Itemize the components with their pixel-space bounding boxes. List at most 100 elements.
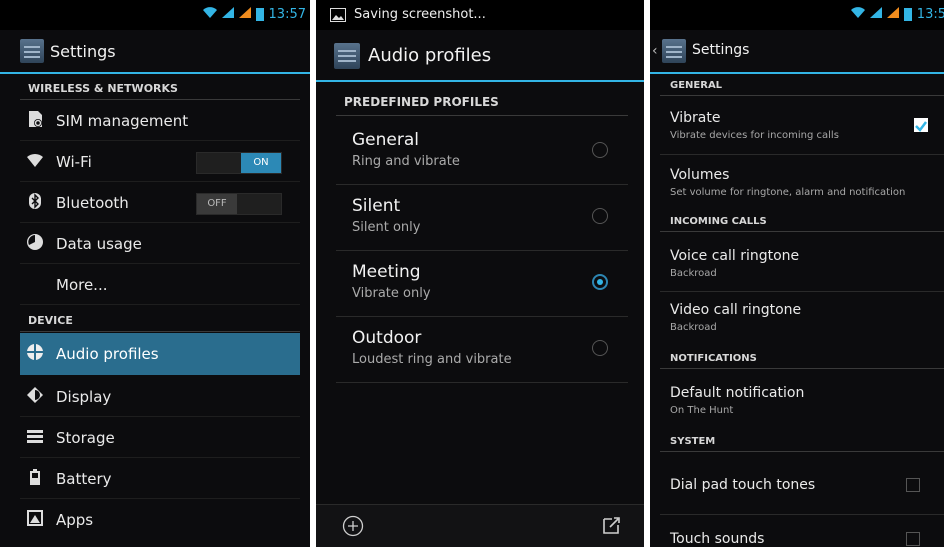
battery-status-icon (903, 8, 912, 21)
profile-name: Meeting (352, 262, 421, 282)
profile-name: General (352, 130, 419, 150)
profile-general[interactable]: General Ring and vibrate (336, 118, 628, 185)
default-notification-setting[interactable]: Default notification On The Hunt (660, 373, 944, 429)
clock: 13:5 (916, 7, 944, 22)
profile-outdoor[interactable]: Outdoor Loudest ring and vibrate (336, 316, 628, 383)
profile-name: Silent (352, 196, 401, 216)
video-call-ringtone-setting[interactable]: Video call ringtone Backroad (660, 292, 944, 346)
settings-app-icon[interactable] (334, 43, 360, 69)
dial-pad-checkbox[interactable] (906, 478, 920, 492)
wifi-status-icon (202, 7, 217, 22)
item-label: More... (56, 276, 108, 294)
edit-icon[interactable] (602, 515, 622, 535)
section-header: NOTIFICATIONS (660, 349, 944, 369)
profile-silent[interactable]: Silent Silent only (336, 184, 628, 251)
profile-radio[interactable] (592, 142, 608, 158)
storage-icon (27, 430, 43, 443)
display-item[interactable]: Display (20, 376, 300, 417)
profile-meeting[interactable]: Meeting Vibrate only (336, 250, 628, 317)
more-item[interactable]: More... (20, 264, 300, 305)
profile-desc: Vibrate only (352, 286, 431, 301)
touch-sounds-checkbox[interactable] (906, 532, 920, 546)
data-usage-item[interactable]: Data usage (20, 223, 300, 264)
checkmark-icon (915, 121, 927, 132)
profile-radio[interactable] (592, 208, 608, 224)
section-header: INCOMING CALLS (660, 212, 944, 232)
touch-sounds-setting[interactable]: Touch sounds (660, 515, 944, 547)
item-label: Storage (56, 429, 115, 447)
section-header: GENERAL (660, 76, 944, 96)
vibrate-checkbox[interactable] (914, 118, 928, 132)
item-label: Apps (56, 511, 94, 529)
action-bar: Audio profiles (316, 30, 644, 82)
battery-status-icon (255, 8, 264, 21)
data-usage-icon (27, 234, 43, 250)
item-label: Battery (56, 470, 112, 488)
profile-radio-selected[interactable] (592, 274, 608, 290)
volumes-setting[interactable]: Volumes Set volume for ringtone, alarm a… (660, 155, 944, 212)
item-label: Audio profiles (56, 345, 159, 363)
bluetooth-item[interactable]: Bluetooth OFF (20, 182, 300, 223)
page-title: Settings (692, 42, 750, 58)
storage-item[interactable]: Storage (20, 417, 300, 458)
signal-icon-2 (886, 7, 899, 22)
battery-item[interactable]: Battery (20, 458, 300, 499)
section-header: SYSTEM (660, 432, 944, 452)
wifi-toggle[interactable]: ON (196, 152, 282, 174)
clock: 13:57 (268, 7, 306, 22)
wifi-status-icon (850, 7, 865, 22)
audio-profiles-item[interactable]: Audio profiles (20, 333, 300, 375)
setting-subtitle: Backroad (670, 268, 717, 279)
setting-title: Touch sounds (670, 531, 765, 547)
setting-subtitle: Backroad (670, 322, 717, 333)
setting-subtitle: Vibrate devices for incoming calls (670, 130, 839, 141)
setting-title: Volumes (670, 167, 730, 183)
wifi-icon (27, 153, 43, 167)
back-chevron-icon[interactable]: ‹ (652, 43, 658, 59)
signal-icon (869, 7, 882, 22)
profile-desc: Silent only (352, 220, 421, 235)
action-bar: ‹ Settings (650, 30, 944, 74)
status-bar: 13:5 (650, 0, 944, 30)
apps-icon (27, 510, 43, 526)
item-label: Data usage (56, 235, 142, 253)
apps-item[interactable]: Apps (20, 499, 300, 543)
status-bar: Saving screenshot... (316, 0, 644, 30)
bluetooth-toggle[interactable]: OFF (196, 193, 282, 215)
setting-subtitle: On The Hunt (670, 405, 734, 416)
audio-profiles-icon (27, 344, 43, 360)
item-label: Wi-Fi (56, 153, 92, 171)
sound-settings-screen: 13:5 ‹ Settings GENERAL Vibrate Vibrate … (650, 0, 944, 547)
display-icon (27, 387, 43, 403)
profile-desc: Ring and vibrate (352, 154, 460, 169)
vibrate-setting[interactable]: Vibrate Vibrate devices for incoming cal… (660, 98, 944, 155)
sim-management-item[interactable]: SIM management (20, 100, 300, 141)
page-title: Audio profiles (368, 45, 492, 66)
item-label: SIM management (56, 112, 189, 130)
wifi-item[interactable]: Wi-Fi ON (20, 141, 300, 182)
settings-screen: 13:57 Settings WIRELESS & NETWORKS SIM m… (0, 0, 310, 547)
battery-icon (30, 469, 40, 485)
status-bar: 13:57 (0, 0, 310, 30)
setting-title: Video call ringtone (670, 302, 802, 318)
signal-icon (221, 7, 234, 22)
screenshot-notification-icon (330, 8, 346, 22)
settings-app-icon[interactable] (662, 39, 686, 63)
voice-call-ringtone-setting[interactable]: Voice call ringtone Backroad (660, 236, 944, 292)
profile-name: Outdoor (352, 328, 422, 348)
section-header: WIRELESS & NETWORKS (20, 78, 300, 100)
setting-title: Default notification (670, 385, 805, 401)
signal-icon-2 (238, 7, 251, 22)
setting-title: Voice call ringtone (670, 248, 800, 264)
dial-pad-touch-tones-setting[interactable]: Dial pad touch tones (660, 456, 944, 515)
bluetooth-icon (29, 193, 41, 209)
action-bar: Settings (0, 30, 310, 74)
add-icon[interactable] (342, 515, 364, 537)
profile-desc: Loudest ring and vibrate (352, 352, 512, 367)
page-title: Settings (50, 42, 116, 61)
setting-subtitle: Set volume for ringtone, alarm and notif… (670, 187, 906, 198)
toggle-on-label: ON (241, 153, 281, 173)
profile-radio[interactable] (592, 340, 608, 356)
settings-app-icon[interactable] (20, 39, 44, 63)
setting-title: Vibrate (670, 110, 721, 126)
